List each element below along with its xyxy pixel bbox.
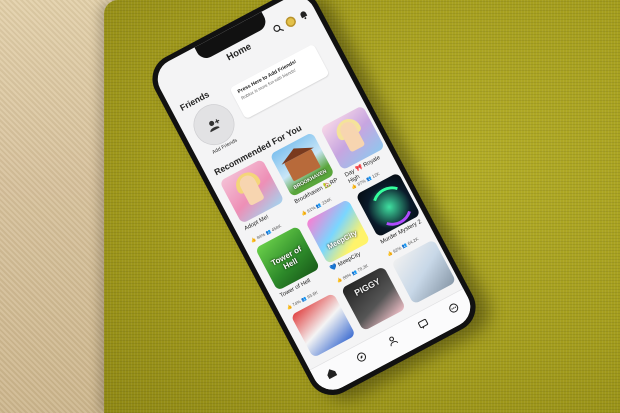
character-art [236,172,265,207]
like-ratio: 88% [342,273,353,282]
like-ratio: 84% [256,232,267,241]
cream-pillow [0,0,112,413]
like-ratio: 91% [306,206,317,214]
player-count: 12K [371,171,381,180]
friend-add-icon [209,119,220,133]
tooltip-subtitle: Roblox is more fun with friends! [240,68,297,102]
game-grid: Adopt Me! 👍 84% 👥 458K BROOKHAVEN Brookh… [219,105,457,358]
home-icon[interactable] [324,366,338,380]
character-art [337,119,366,153]
photo-scene: Home Friends Add Friends Press Here to A… [0,0,620,413]
like-ratio: 92% [392,246,403,255]
thumbnail-logo-text: Tower of Hell [269,244,304,272]
like-ratio: 87% [356,179,367,188]
like-ratio: 74% [292,299,302,308]
discover-icon[interactable] [355,350,369,364]
avatar-icon[interactable] [385,333,399,347]
chat-icon[interactable] [416,317,430,331]
more-icon[interactable] [447,301,461,315]
